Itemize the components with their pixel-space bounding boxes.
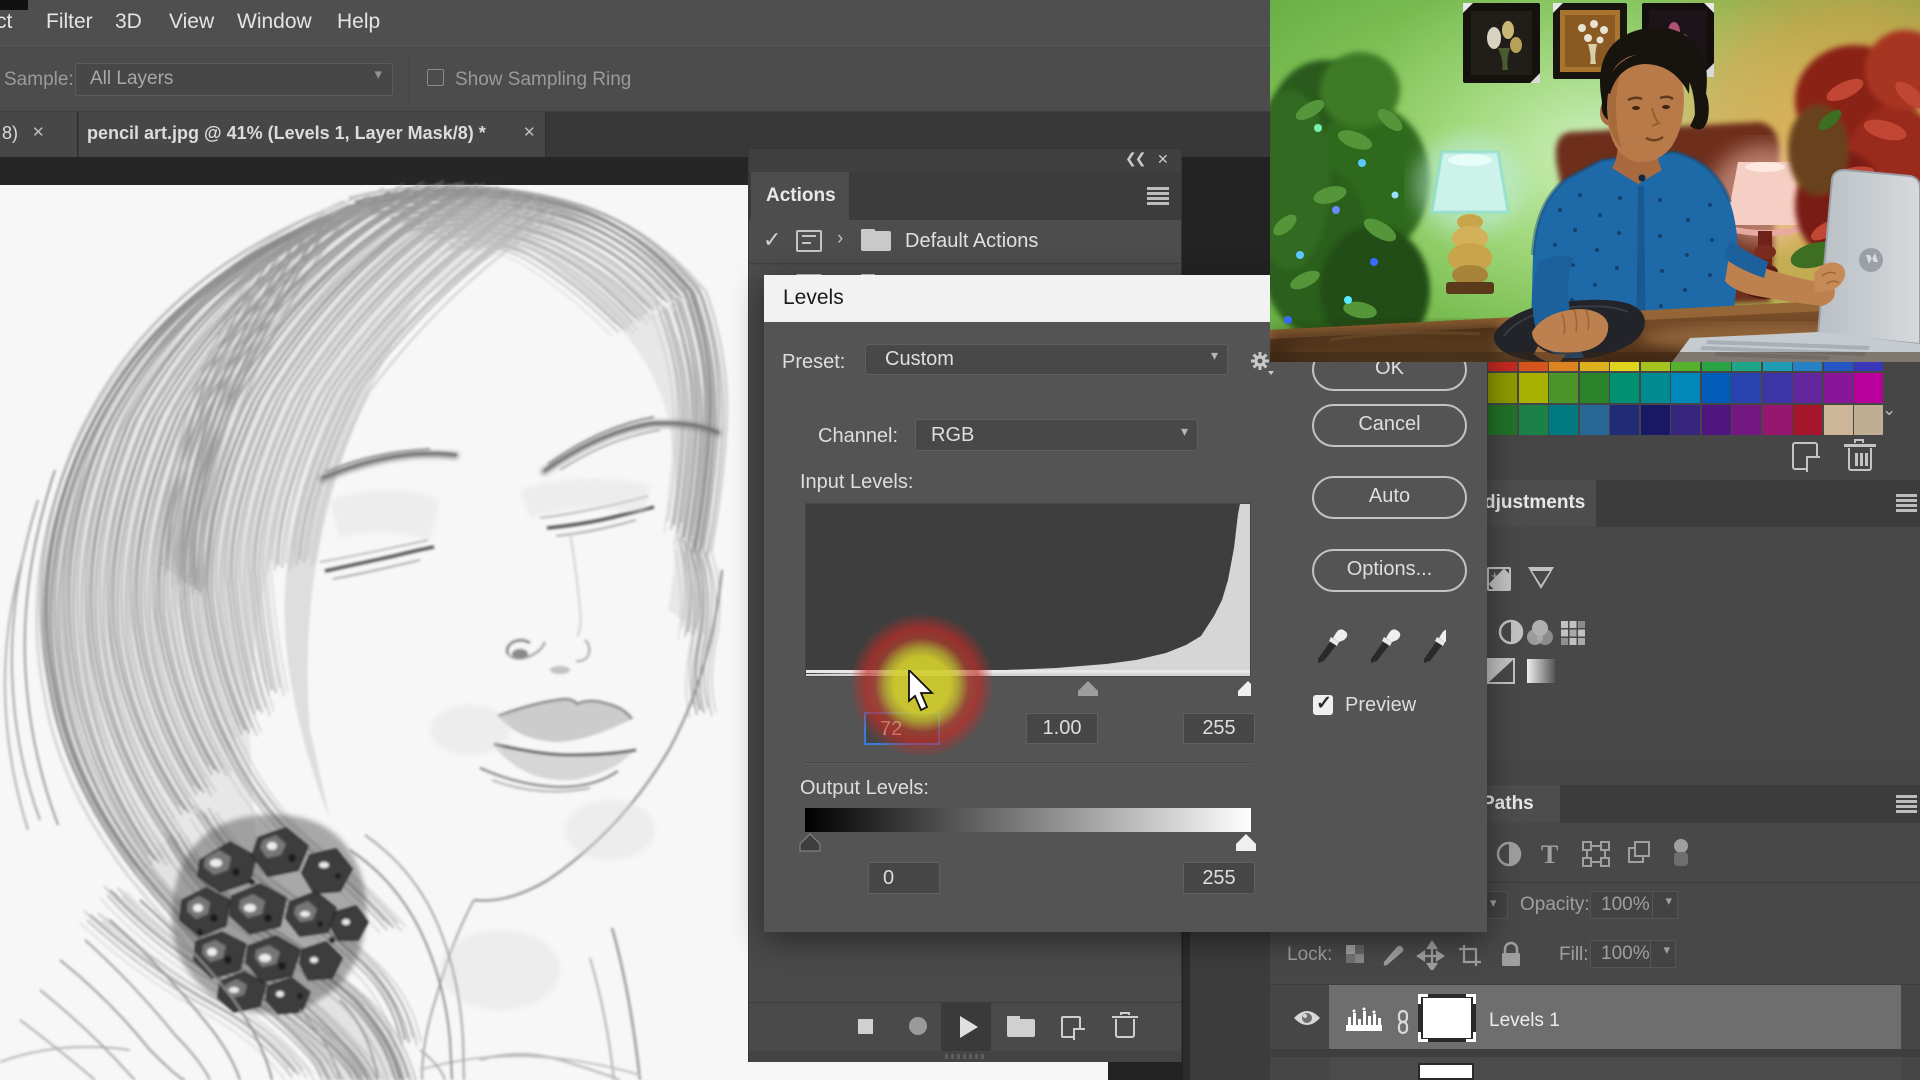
svg-text:T: T [1541,840,1558,869]
